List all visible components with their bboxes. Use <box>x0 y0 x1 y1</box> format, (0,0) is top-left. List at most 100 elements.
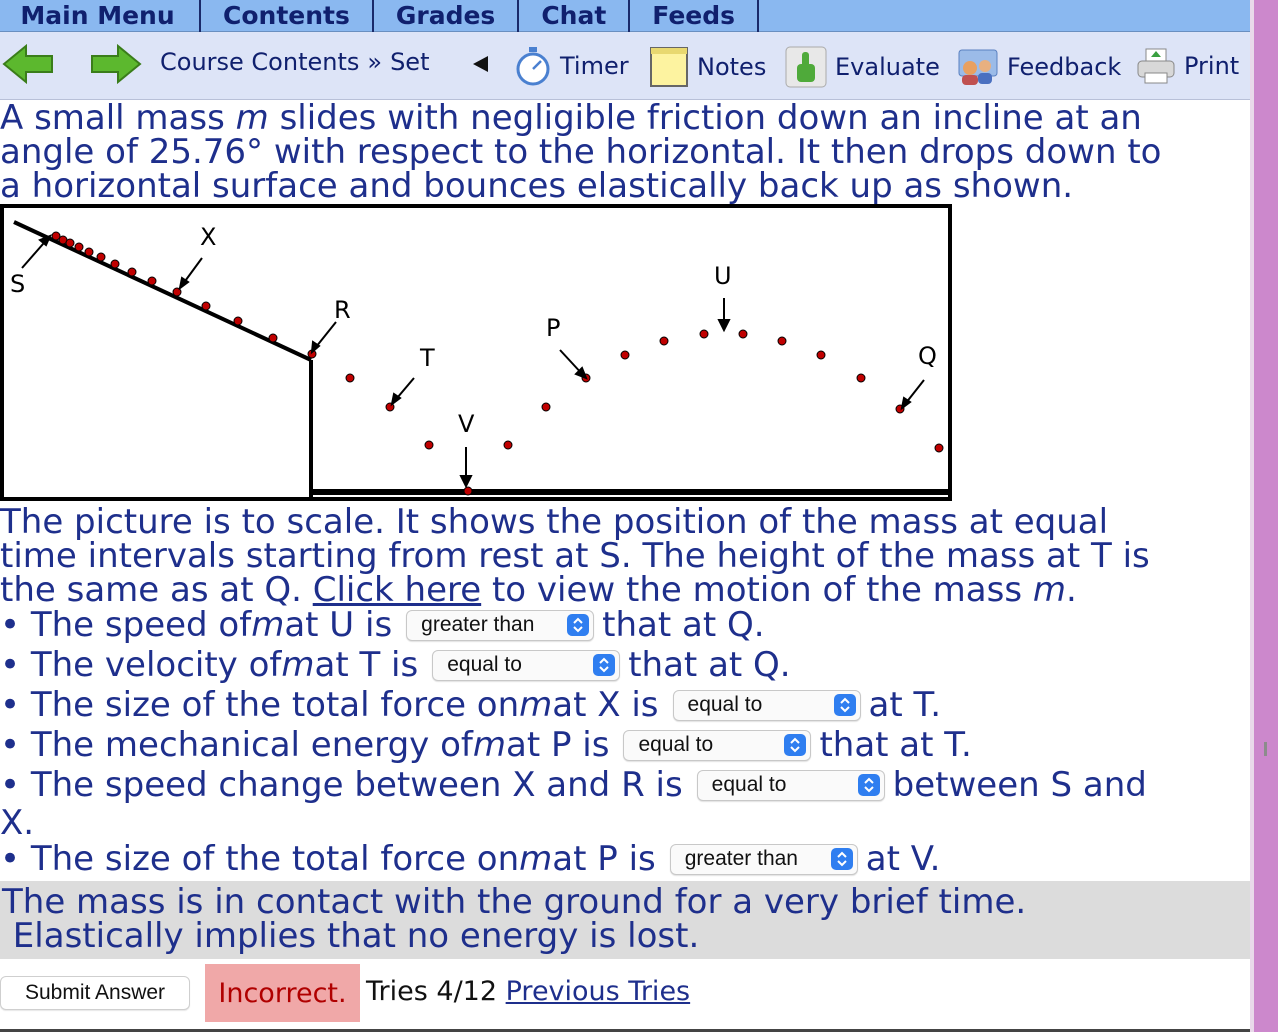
notes-label: Notes <box>697 53 767 81</box>
problem-line-2: angle of 25.76° with respect to the hori… <box>0 132 1162 172</box>
problem-line-1: A small mass m slides with negligible fr… <box>0 101 1142 135</box>
notes-button[interactable]: Notes <box>649 46 766 88</box>
question-text: that at Q. <box>602 605 765 645</box>
question-3: • The size of the total force on m at X … <box>0 688 941 722</box>
tab-grades[interactable]: Grades <box>374 0 520 32</box>
previous-tries-link[interactable]: Previous Tries <box>506 976 691 1007</box>
description-line-1: The picture is to scale. It shows the po… <box>0 502 1109 542</box>
right-sidebar-strip <box>1250 0 1278 1032</box>
description-text: . <box>1065 570 1077 610</box>
thumbs-up-icon <box>785 46 827 88</box>
hint-line-1: The mass is in contact with the ground f… <box>2 882 1027 922</box>
question-5: • The speed change between X and R is eq… <box>0 768 1147 802</box>
label-u: U <box>714 262 732 290</box>
answer-select-3[interactable]: equal to <box>672 689 861 721</box>
description-text: the same as at Q. <box>0 570 313 610</box>
mass-symbol: m <box>472 725 506 765</box>
question-text: at U is <box>284 605 393 645</box>
breadcrumb-set[interactable]: Set <box>390 48 429 76</box>
mass-symbol: m <box>519 685 553 725</box>
resize-handle[interactable] <box>1264 742 1267 756</box>
select-value: equal to <box>687 693 763 716</box>
question-5-wrap: X. <box>0 803 35 843</box>
label-p: P <box>546 314 560 342</box>
mass-symbol: m <box>281 645 315 685</box>
select-value: greater than <box>684 847 798 870</box>
chevron-updown-icon <box>833 694 856 716</box>
answer-select-6[interactable]: greater than <box>669 843 858 875</box>
answer-select-1[interactable]: greater than <box>406 609 595 641</box>
timer-button[interactable]: Timer <box>514 46 629 86</box>
strip-gap <box>1250 0 1254 1032</box>
question-text: at P is <box>552 839 656 879</box>
motion-diagram: S X R T V P U Q <box>0 204 952 501</box>
chevron-updown-icon <box>567 614 590 636</box>
question-text: at V. <box>865 839 941 879</box>
status-badge: Incorrect. <box>205 964 360 1022</box>
label-q: Q <box>918 342 937 370</box>
note-pad-icon <box>649 46 689 88</box>
question-text: that at Q. <box>628 645 791 685</box>
description-line-2: time intervals starting from rest at S. … <box>0 536 1150 576</box>
evaluate-label: Evaluate <box>835 53 940 81</box>
forward-arrow-icon[interactable] <box>90 44 142 84</box>
question-text: • The mechanical energy of <box>0 725 473 765</box>
question-text: at P is <box>505 725 610 765</box>
mass-symbol: m <box>1032 570 1066 610</box>
question-text: at X is <box>552 685 659 725</box>
question-text: at T. <box>868 685 942 725</box>
print-button[interactable]: Print <box>1136 46 1239 86</box>
feedback-button[interactable]: Feedback <box>957 46 1121 88</box>
breadcrumb: Course Contents » Set <box>160 48 429 76</box>
question-4: • The mechanical energy of m at P is equ… <box>0 728 972 762</box>
evaluate-button[interactable]: Evaluate <box>785 46 940 88</box>
tab-feeds[interactable]: Feeds <box>630 0 760 32</box>
tries-count: Tries 4/12 <box>366 976 498 1007</box>
question-text: • The speed change between X and R is <box>0 765 683 805</box>
question-6: • The size of the total force on m at P … <box>0 842 940 876</box>
hint-box: The mass is in contact with the ground f… <box>0 881 1250 959</box>
select-value: equal to <box>711 773 787 796</box>
mass-symbol: m <box>519 839 553 879</box>
mass-symbol: m <box>251 605 285 645</box>
label-s: S <box>10 270 25 298</box>
question-text: • The velocity of <box>0 645 282 685</box>
chevron-updown-icon <box>784 734 807 756</box>
toolbar: Course Contents » Set Timer Notes Evaluat… <box>0 32 1250 100</box>
answer-select-4[interactable]: equal to <box>623 729 812 761</box>
feedback-people-icon <box>957 46 999 88</box>
breadcrumb-course-contents[interactable]: Course Contents <box>160 48 359 76</box>
select-value: equal to <box>638 733 714 756</box>
question-text: at T is <box>314 645 419 685</box>
tab-contents[interactable]: Contents <box>201 0 374 32</box>
question-1: • The speed of m at U is greater than th… <box>0 608 765 642</box>
tries-info: Tries 4/12 Previous Tries <box>366 976 690 1007</box>
description-line-3: the same as at Q. Click here to view the… <box>0 573 1077 607</box>
print-label: Print <box>1184 52 1240 80</box>
timer-label: Timer <box>560 52 629 80</box>
tab-chat[interactable]: Chat <box>519 0 631 32</box>
back-arrow-icon[interactable] <box>2 44 54 84</box>
question-text: between S and <box>892 765 1147 805</box>
collapse-left-icon[interactable] <box>470 54 490 74</box>
select-value: equal to <box>447 653 522 676</box>
question-text: • The size of the total force on <box>0 839 520 879</box>
label-r: R <box>334 296 351 324</box>
submit-answer-button[interactable]: Submit Answer <box>0 976 190 1010</box>
question-text: • The speed of <box>0 605 252 645</box>
chevron-updown-icon <box>857 774 880 796</box>
problem-line-3: a horizontal surface and bounces elastic… <box>0 166 1074 206</box>
question-text: • The size of the total force on <box>0 685 520 725</box>
question-2: • The velocity of m at T is equal to tha… <box>0 648 791 682</box>
select-value: greater than <box>421 613 535 636</box>
label-v: V <box>458 410 475 438</box>
answer-select-2[interactable]: equal to <box>432 649 621 681</box>
click-here-link[interactable]: Click here <box>313 570 481 610</box>
breadcrumb-separator: » <box>367 48 383 76</box>
answer-select-5[interactable]: equal to <box>696 769 885 801</box>
description-text: to view the motion of the mass <box>481 570 1033 610</box>
label-x: X <box>200 223 216 251</box>
main-menu-bar: Main Menu Contents Grades Chat Feeds <box>0 0 1250 32</box>
tab-main-menu[interactable]: Main Menu <box>0 0 201 32</box>
stopwatch-icon <box>514 46 552 86</box>
